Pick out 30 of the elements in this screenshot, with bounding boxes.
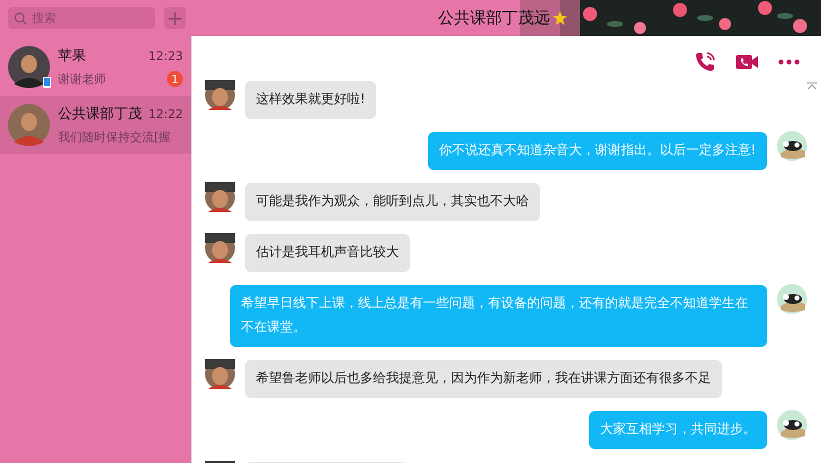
avatar	[205, 80, 235, 110]
message-bubble: 你不说还真不知道杂音大，谢谢指出。以后一定多注意!	[428, 132, 767, 170]
avatar	[8, 46, 50, 88]
contact-name: 公共课部丁茂	[58, 104, 142, 122]
chat-title: 公共课部丁茂远	[438, 8, 550, 28]
message-bubble: 大家互相学习，共同进步。	[589, 411, 767, 449]
star-icon	[552, 10, 568, 26]
message-bubble: 希望鲁老师以后也多给我提意见，因为作为新老师，我在讲课方面还有很多不足	[245, 360, 722, 398]
message-bubble: 可能是我作为观众，能听到点儿，其实也不大哈	[245, 183, 540, 221]
avatar	[777, 284, 807, 314]
message-bubble: 希望早日线下上课，线上总是有一些问题，有设备的问题，还有的就是完全不知道学生在不在课堂。	[230, 285, 767, 347]
scroll-top-icon[interactable]	[807, 82, 817, 90]
contact-name: 苹果	[58, 46, 86, 64]
avatar	[205, 233, 235, 263]
phone-icon[interactable]	[693, 50, 717, 74]
message-time: 12:23	[148, 48, 183, 62]
avatar	[777, 410, 807, 440]
avatar	[777, 131, 807, 161]
avatar	[8, 104, 50, 146]
message-bubble: 估计是我耳机声音比较大	[245, 234, 410, 272]
search-icon	[14, 12, 27, 25]
avatar	[205, 182, 235, 212]
contact-item[interactable]: 苹果 12:23 谢谢老师 1	[0, 38, 191, 96]
avatar	[205, 359, 235, 389]
message-time: 12:22	[148, 106, 183, 120]
message-preview: 我们随时保持交流[握	[58, 128, 171, 146]
unread-badge: 1	[167, 71, 183, 87]
contact-item[interactable]: 公共课部丁茂 12:22 我们随时保持交流[握	[0, 96, 191, 154]
message-bubble: 这样效果就更好啦!	[245, 81, 376, 119]
message-preview: 谢谢老师	[58, 70, 106, 88]
